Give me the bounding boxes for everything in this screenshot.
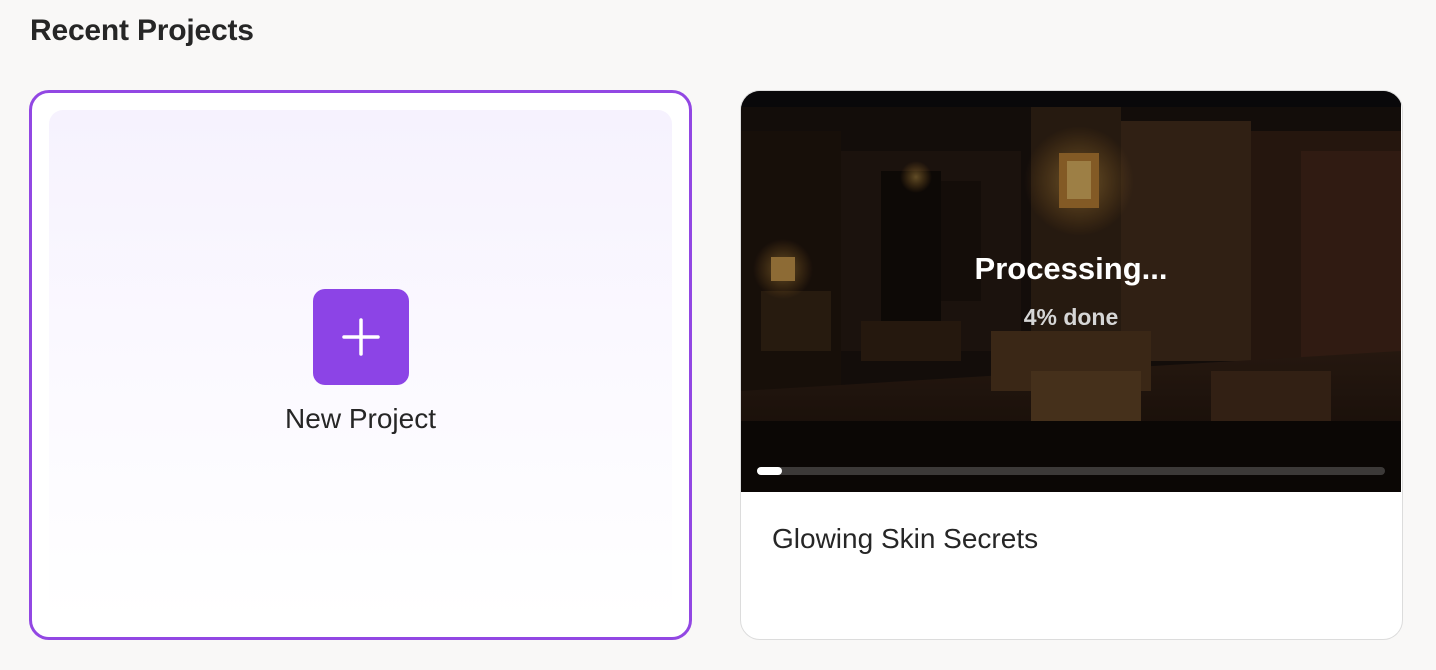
processing-progress-text: 4% done: [1023, 304, 1119, 330]
new-project-button[interactable]: [313, 289, 409, 385]
progress-bar-fill: [757, 467, 782, 475]
progress-bar: [757, 467, 1385, 475]
project-card[interactable]: Processing... 4% done Glowing Skin Secre…: [740, 90, 1403, 640]
project-thumbnail: Processing... 4% done: [741, 91, 1401, 492]
new-project-label: New Project: [285, 403, 436, 434]
section-title: Recent Projects: [30, 14, 254, 47]
plus-icon: [342, 318, 380, 356]
processing-status: Processing...: [974, 251, 1168, 286]
new-project-card[interactable]: New Project: [29, 90, 692, 640]
processing-overlay: [741, 91, 1401, 492]
recent-projects-page: Recent Projects New Project Processing..…: [0, 0, 1436, 670]
new-project-inner: New Project: [49, 110, 672, 620]
project-title: Glowing Skin Secrets: [772, 523, 1039, 554]
